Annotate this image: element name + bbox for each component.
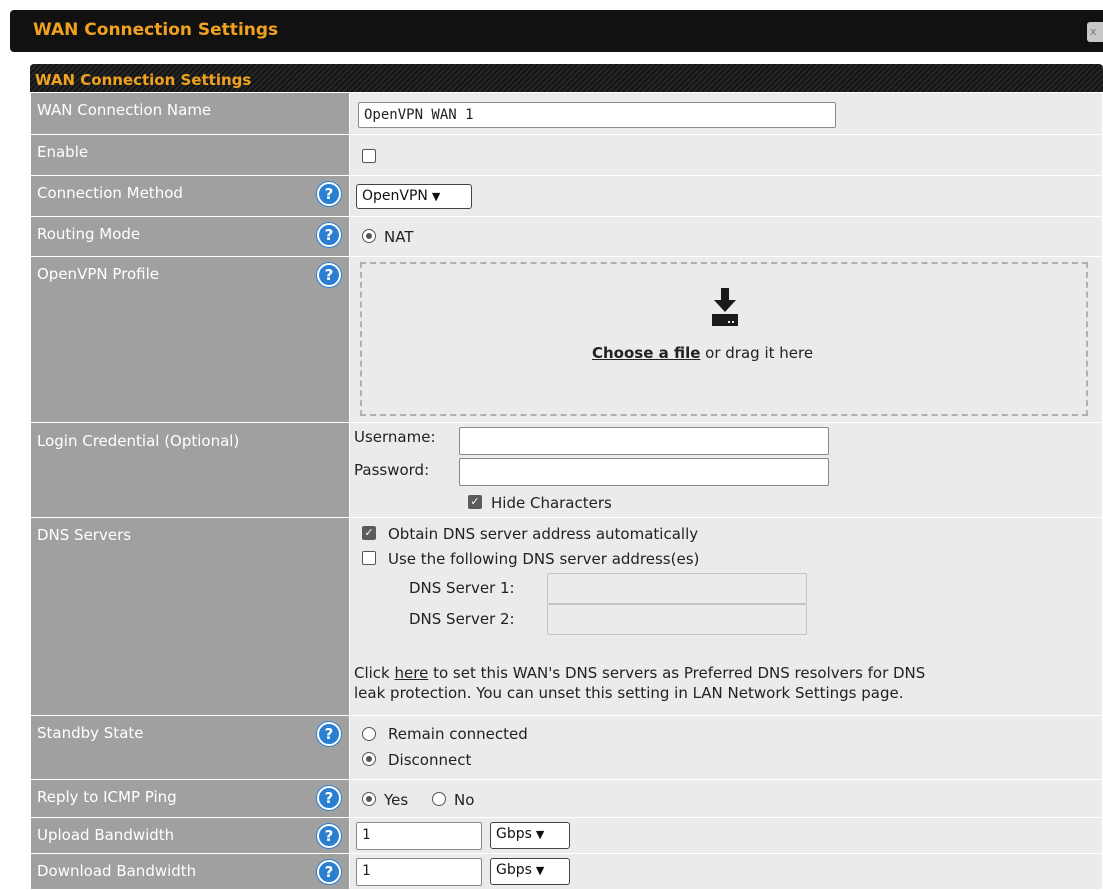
question-circle-icon[interactable]: ?: [317, 182, 341, 206]
dns-auto-checkbox[interactable]: ✓: [362, 526, 376, 540]
dns-note-line1: Click here to set this WAN's DNS servers…: [354, 664, 926, 682]
question-circle-icon[interactable]: ?: [317, 263, 341, 287]
icmp-no-label: No: [454, 791, 475, 809]
dialog-title: WAN Connection Settings: [33, 20, 279, 40]
dns-auto-label: Obtain DNS server address automatically: [388, 525, 699, 543]
download-unit-select[interactable]: Gbps ▼: [490, 858, 570, 885]
enable-checkbox[interactable]: [362, 149, 376, 163]
connection-name-label: WAN Connection Name: [37, 101, 212, 119]
login-credential-label: Login Credential (Optional): [37, 432, 240, 450]
row-icmp-ping: Reply to ICMP Ping ? Yes No: [30, 779, 1103, 818]
row-login-credential: Login Credential (Optional) Username: Pa…: [30, 422, 1103, 518]
dns-server2-input[interactable]: [547, 604, 807, 635]
dns-server1-label: DNS Server 1:: [409, 579, 515, 597]
dns-manual-checkbox[interactable]: [362, 551, 376, 565]
icmp-no-radio[interactable]: [432, 792, 446, 806]
dialog-titlebar: WAN Connection Settings: [10, 10, 1103, 52]
password-label: Password:: [354, 461, 430, 479]
icmp-ping-label: Reply to ICMP Ping: [37, 788, 177, 806]
openvpn-profile-label: OpenVPN Profile: [37, 265, 159, 283]
dns-note-line2: leak protection. You can unset this sett…: [354, 684, 904, 702]
dns-here-link[interactable]: here: [395, 664, 429, 682]
standby-remain-radio[interactable]: [362, 727, 376, 741]
upload-bandwidth-input[interactable]: 1: [356, 822, 482, 850]
dns-server2-label: DNS Server 2:: [409, 610, 515, 628]
password-input[interactable]: [459, 458, 829, 486]
question-circle-icon[interactable]: ?: [317, 860, 341, 884]
close-icon[interactable]: x: [1087, 22, 1103, 42]
row-connection-name: WAN Connection Name OpenVPN WAN 1: [30, 92, 1103, 135]
choose-file-link[interactable]: Choose a file: [592, 344, 700, 362]
section-header: WAN Connection Settings: [30, 64, 1103, 92]
row-standby-state: Standby State ? Remain connected Disconn…: [30, 715, 1103, 780]
file-dropzone[interactable]: Choose a file or drag it here: [360, 262, 1088, 416]
row-openvpn-profile: OpenVPN Profile ? Choose a file or drag …: [30, 256, 1103, 423]
standby-disconnect-label: Disconnect: [388, 751, 472, 769]
connection-name-input[interactable]: OpenVPN WAN 1: [358, 102, 836, 128]
dns-servers-label: DNS Servers: [37, 526, 132, 544]
chevron-down-icon: ▼: [535, 864, 545, 877]
question-circle-icon[interactable]: ?: [317, 223, 341, 247]
username-label: Username:: [354, 428, 436, 446]
routing-mode-label: Routing Mode: [37, 225, 141, 243]
dns-server1-input[interactable]: [547, 573, 807, 604]
connection-method-label: Connection Method: [37, 184, 183, 202]
chevron-down-icon: ▼: [535, 828, 545, 841]
row-dns-servers: DNS Servers ✓ Obtain DNS server address …: [30, 517, 1103, 716]
dns-manual-label: Use the following DNS server address(es): [388, 550, 700, 568]
standby-state-label: Standby State: [37, 724, 144, 742]
question-circle-icon[interactable]: ?: [317, 722, 341, 746]
icmp-yes-label: Yes: [384, 791, 409, 809]
row-download-bandwidth: Download Bandwidth ? 1 Gbps ▼: [30, 853, 1103, 890]
routing-nat-label: NAT: [384, 228, 414, 246]
row-routing-mode: Routing Mode ? NAT: [30, 216, 1103, 257]
routing-nat-radio[interactable]: [362, 229, 376, 243]
icmp-yes-radio[interactable]: [362, 792, 376, 806]
download-bandwidth-input[interactable]: 1: [356, 858, 482, 886]
hide-characters-checkbox[interactable]: ✓: [468, 495, 482, 509]
question-circle-icon[interactable]: ?: [317, 786, 341, 810]
dropzone-text: Choose a file or drag it here: [592, 344, 814, 362]
row-enable: Enable: [30, 134, 1103, 176]
chevron-down-icon: ▼: [431, 190, 441, 203]
username-input[interactable]: [459, 427, 829, 455]
settings-table: WAN Connection Name OpenVPN WAN 1 Enable…: [30, 92, 1103, 890]
upload-unit-select[interactable]: Gbps ▼: [490, 822, 570, 849]
hide-characters-label: Hide Characters: [491, 494, 612, 512]
upload-bandwidth-label: Upload Bandwidth: [37, 826, 175, 844]
row-connection-method: Connection Method ? OpenVPN ▼: [30, 175, 1103, 217]
standby-disconnect-radio[interactable]: [362, 752, 376, 766]
download-tray-icon: [712, 288, 738, 326]
wan-settings-panel: WAN Connection Settings WAN Connection N…: [30, 64, 1103, 890]
connection-method-select[interactable]: OpenVPN ▼: [356, 184, 472, 209]
enable-label: Enable: [37, 143, 89, 161]
question-circle-icon[interactable]: ?: [317, 824, 341, 848]
row-upload-bandwidth: Upload Bandwidth ? 1 Gbps ▼: [30, 817, 1103, 854]
standby-remain-label: Remain connected: [388, 725, 528, 743]
download-bandwidth-label: Download Bandwidth: [37, 862, 197, 880]
